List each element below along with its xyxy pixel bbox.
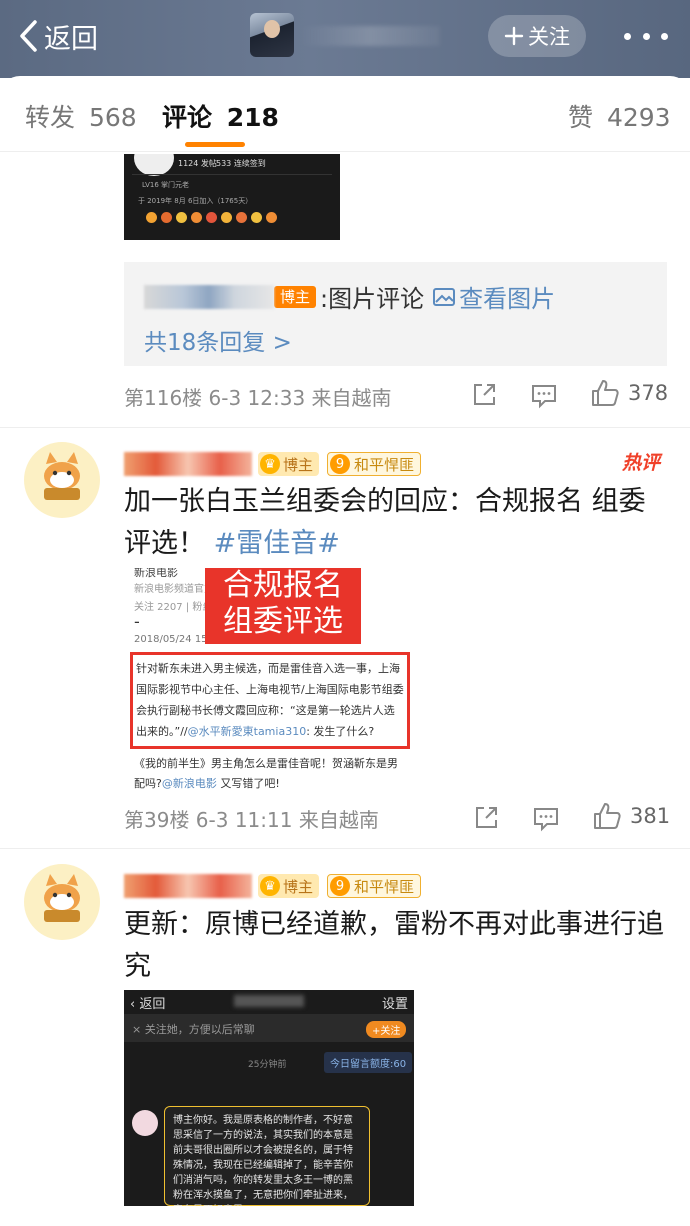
chat-avatar: [132, 1110, 158, 1136]
comment-meta: 第116楼 6-3 12:33 来自越南: [124, 385, 392, 410]
divider: [0, 848, 690, 849]
crown-icon: ♛: [260, 876, 280, 896]
author-name-blurred: [300, 26, 440, 46]
like-button[interactable]: 378: [590, 378, 668, 408]
share-icon: [474, 384, 495, 405]
like-button[interactable]: 381: [592, 801, 670, 831]
crown-icon: ♛: [260, 454, 280, 474]
dot-icon: [642, 32, 650, 40]
active-tab-indicator: [185, 142, 245, 147]
comment-icon: [532, 385, 556, 409]
image-icon: [433, 287, 456, 306]
plus-icon: [504, 26, 524, 46]
thumbs-up-icon: [594, 803, 621, 829]
like-count: 381: [630, 804, 671, 828]
divider: [0, 427, 690, 428]
share-button[interactable]: [472, 804, 500, 832]
stat-checkins: 533 连续签到: [216, 159, 266, 168]
fan-group-badge[interactable]: 9 和平悍匪: [327, 874, 422, 898]
follow-button[interactable]: 关注: [488, 15, 586, 57]
back-button[interactable]: 返回: [18, 14, 98, 58]
comment-meta-row: 第116楼 6-3 12:33 来自越南: [124, 380, 669, 412]
top-navigation-bar: 返回 关注: [0, 0, 690, 78]
share-icon: [476, 807, 497, 828]
news-tail-text: 《我的前半生》男主角怎么是雷佳音呢！贺涵靳东是男配吗?@新浪电影 又写错了吧!: [134, 757, 398, 790]
owner-badge: 博主: [274, 285, 317, 308]
dot-icon: [624, 32, 631, 40]
replier-name-blurred: [144, 284, 274, 309]
thumbs-up-icon: [592, 380, 619, 406]
reply-preview-box[interactable]: 博主 :图片评论 查看图片 共18条回复 >: [124, 262, 667, 366]
news-body-text: 针对靳东未进入男主候选，而是雷佳音入选一事，上海国际影视节中心主任、上海电视节/…: [136, 662, 404, 738]
topic-link[interactable]: #雷佳音#: [214, 528, 340, 559]
commenter-name-blurred[interactable]: [124, 874, 252, 898]
commenter-avatar[interactable]: [24, 864, 100, 940]
reply-text: :图片评论: [320, 285, 425, 313]
highlight-overlay: 合规报名 组委评选: [205, 568, 361, 644]
follow-label: 关注: [528, 25, 570, 49]
cat-avatar-icon: [44, 452, 80, 500]
commenter-avatar[interactable]: [24, 442, 100, 518]
comment-text: 更新：原博已经道歉，雷粉不再对此事进行追究: [124, 909, 664, 982]
author-avatar[interactable]: [250, 13, 294, 57]
joined-text: 于 2019年 8月 6日加入（1765天）: [138, 197, 253, 205]
stat-posts: 1124 发帖: [178, 159, 217, 168]
comment-image-profile-card[interactable]: 1124 发帖 533 连续签到 LV16 掌门元老 于 2019年 8月 6日…: [124, 154, 340, 240]
tab-bar: 转发 568 评论 218 赞 4293: [0, 76, 690, 152]
comment-button[interactable]: [530, 381, 558, 409]
dot-icon: [661, 32, 668, 40]
medal-row: [146, 212, 277, 223]
comment-button[interactable]: [532, 804, 560, 832]
comment-text: 加一张白玉兰组委会的回应：合规报名 组委评选！ #雷佳音#: [124, 486, 646, 559]
hot-comment-badge: 热评: [622, 452, 661, 474]
tab-reposts[interactable]: 转发 568: [25, 98, 137, 134]
comment-image-chat-screenshot[interactable]: ‹ 返回 设置 × 关注她，方便以后常聊 +关注 25分钟前 今日留言额度:60…: [124, 990, 414, 1206]
comment-meta-row: 第39楼 6-3 11:11 来自越南: [124, 802, 669, 834]
comments-sheet: 转发 568 评论 218 赞 4293 1124 发帖 533 连续签到 LV…: [0, 76, 690, 1226]
cartoon-avatar-icon: [134, 154, 174, 176]
comment-meta: 第39楼 6-3 11:11 来自越南: [124, 807, 379, 832]
level-text: LV16 掌门元老: [142, 181, 190, 189]
chat-message: 博主你好。我是原表格的制作者，不好意思采信了一方的说法，其实我们的本意是前夫哥很…: [164, 1106, 370, 1206]
like-count: 378: [628, 381, 669, 405]
reply-first-line: 博主 :图片评论 查看图片: [144, 279, 555, 314]
back-label: 返回: [44, 23, 98, 55]
commenter-name-row: ♛ 博主 9 和平悍匪: [124, 450, 422, 478]
chevron-left-icon: [20, 20, 37, 52]
commenter-name-row: ♛ 博主 9 和平悍匪: [124, 872, 422, 900]
owner-badge: ♛ 博主: [258, 874, 320, 898]
comment-image-news-screenshot[interactable]: 新浪电影 新浪电影频道官方 关注 2207 | 粉丝 - 2018/05/24 …: [124, 568, 414, 798]
comment-icon: [534, 808, 558, 832]
share-button[interactable]: [470, 381, 498, 409]
commenter-name-blurred[interactable]: [124, 452, 252, 476]
cat-avatar-icon: [44, 874, 80, 922]
more-replies-link[interactable]: 共18条回复 >: [144, 323, 292, 357]
owner-badge: ♛ 博主: [258, 452, 320, 476]
more-options-button[interactable]: [624, 20, 668, 52]
fan-group-badge[interactable]: 9 和平悍匪: [327, 452, 422, 476]
tab-likes[interactable]: 赞 4293: [568, 98, 671, 134]
tab-comments[interactable]: 评论 218: [162, 98, 279, 134]
view-picture-link[interactable]: 查看图片: [432, 279, 555, 314]
